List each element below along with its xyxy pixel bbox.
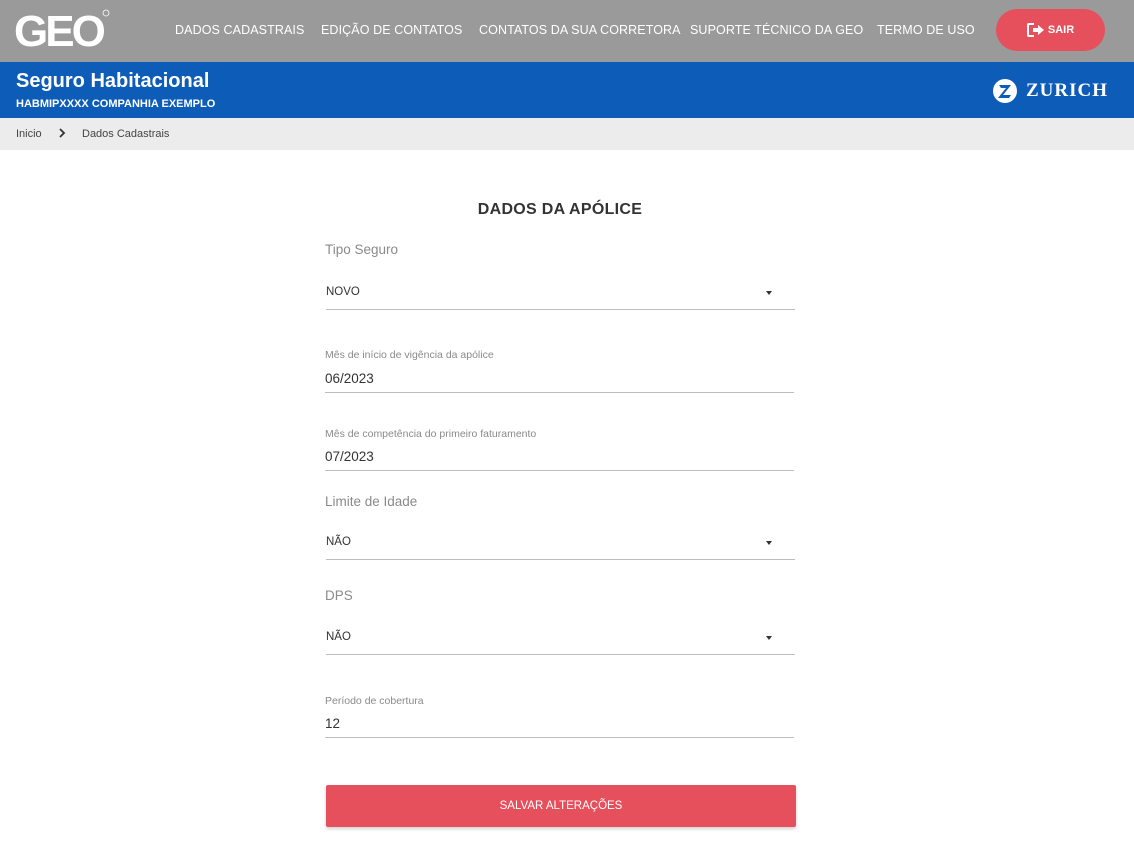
zurich-logo: ZURICH: [992, 78, 1108, 104]
caret-down-icon: [766, 291, 772, 295]
caret-down-icon: [766, 541, 772, 545]
nav-edicao-contatos[interactable]: EDIÇÃO DE CONTATOS: [321, 23, 462, 37]
caret-down-icon: [766, 636, 772, 640]
dps-label: DPS: [325, 588, 353, 603]
zurich-emblem-icon: [993, 79, 1017, 103]
tipo-seguro-select[interactable]: NOVO: [326, 274, 795, 310]
inicio-vigencia-value: 06/2023: [325, 371, 374, 386]
top-navigation-bar: GEO DADOS CADASTRAIS EDIÇÃO DE CONTATOS …: [0, 0, 1134, 62]
inicio-vigencia-label: Mês de início de vigência da apólice: [325, 349, 494, 361]
product-subtitle: HABMIPXXXX COMPANHIA EXEMPLO: [16, 98, 215, 110]
limite-idade-select[interactable]: NÃO: [326, 524, 795, 560]
dps-select[interactable]: NÃO: [326, 619, 795, 655]
competencia-label: Mês de competência do primeiro faturamen…: [325, 428, 537, 440]
competencia-value: 07/2023: [325, 449, 374, 464]
product-title: Seguro Habitacional: [16, 70, 210, 92]
limite-idade-label: Limite de Idade: [325, 494, 418, 509]
logout-label: SAIR: [1047, 24, 1075, 36]
geo-logo[interactable]: GEO: [14, 6, 114, 54]
geo-logo-text: GEO: [14, 7, 105, 54]
dps-value: NÃO: [326, 631, 351, 643]
competencia-input[interactable]: 07/2023: [325, 443, 794, 471]
nav-suporte-tecnico[interactable]: SUPORTE TÉCNICO DA GEO: [690, 23, 863, 37]
product-bar: Seguro Habitacional HABMIPXXXX COMPANHIA…: [0, 62, 1134, 118]
logout-button[interactable]: SAIR: [996, 9, 1105, 51]
breadcrumb-home[interactable]: Inicio: [16, 128, 42, 140]
chevron-right-icon: [58, 127, 66, 141]
company-name: COMPANHIA EXEMPLO: [91, 98, 216, 110]
breadcrumb-current: Dados Cadastrais: [82, 128, 170, 140]
nav-dados-cadastrais[interactable]: DADOS CADASTRAIS: [175, 23, 304, 37]
sign-out-icon: [1026, 23, 1045, 37]
periodo-cobertura-input[interactable]: 12: [325, 710, 794, 738]
periodo-cobertura-label: Período de cobertura: [325, 695, 424, 707]
tipo-seguro-value: NOVO: [326, 286, 360, 298]
product-code: HABMIPXXXX: [16, 98, 89, 110]
nav-contatos-corretora[interactable]: CONTATOS DA SUA CORRETORA: [479, 23, 681, 37]
limite-idade-value: NÃO: [326, 536, 351, 548]
tipo-seguro-label: Tipo Seguro: [325, 242, 399, 257]
zurich-brand-text: ZURICH: [1026, 80, 1109, 101]
periodo-cobertura-value: 12: [325, 716, 341, 731]
save-changes-button[interactable]: SALVAR ALTERAÇÕES: [326, 785, 796, 827]
form-title: DADOS DA APÓLICE: [477, 201, 643, 218]
nav-termo-uso[interactable]: TERMO DE USO: [877, 23, 975, 37]
breadcrumb: Inicio Dados Cadastrais: [0, 118, 1134, 150]
inicio-vigencia-input[interactable]: 06/2023: [325, 365, 794, 393]
